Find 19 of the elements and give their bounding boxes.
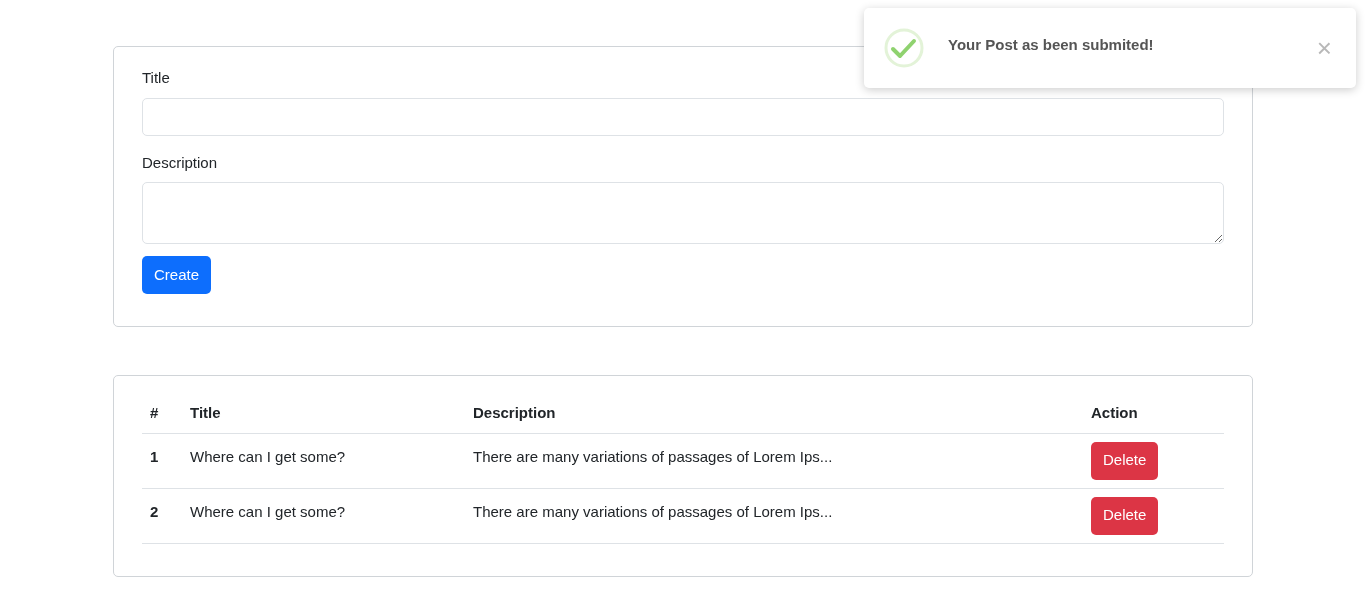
- create-button[interactable]: Create: [142, 256, 212, 294]
- column-header: Description: [473, 404, 556, 421]
- column-header: Action: [1091, 404, 1138, 421]
- table-cell: Where can I get some?: [190, 502, 346, 520]
- toast-message: Your Post as been submited!: [948, 34, 1154, 55]
- table-cell: Where can I get some?: [190, 447, 346, 465]
- delete-button[interactable]: Delete: [1091, 496, 1159, 535]
- column-header: #: [150, 404, 159, 421]
- table-cell: There are many variations of passages of Lorem Ips...: [473, 502, 833, 520]
- table-cell: 2: [150, 502, 159, 520]
- delete-button[interactable]: Delete: [1091, 441, 1159, 480]
- title-input-field[interactable]: [142, 97, 1224, 136]
- check-icon: [884, 28, 924, 68]
- column-header: Title: [190, 404, 221, 421]
- field-label: Title: [142, 68, 171, 88]
- field-label: Description: [142, 152, 219, 173]
- description-input-field[interactable]: [142, 182, 1224, 244]
- table-cell: There are many variations of passages of Lorem Ips...: [473, 447, 833, 465]
- table-cell: 1: [150, 447, 159, 465]
